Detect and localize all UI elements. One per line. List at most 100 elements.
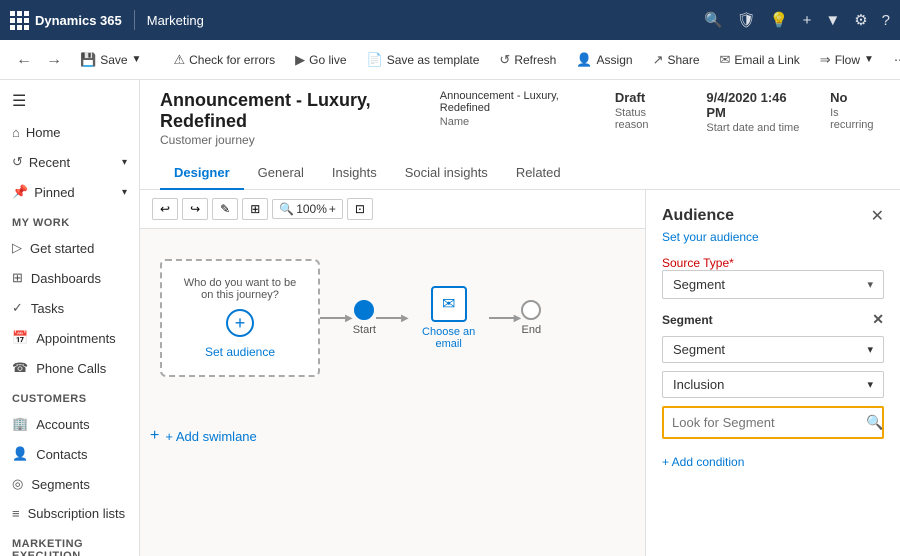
sidebar-label-segments: Segments bbox=[31, 477, 90, 492]
sidebar-item-hamburger[interactable]: ☰ bbox=[0, 84, 139, 118]
assign-icon: 👤 bbox=[576, 52, 592, 68]
zoom-in-icon[interactable]: + bbox=[329, 202, 336, 216]
required-asterisk: * bbox=[729, 256, 734, 270]
more-button[interactable]: ⋯ bbox=[886, 49, 900, 71]
sidebar-item-get-started[interactable]: ▷ Get started bbox=[0, 233, 139, 263]
sidebar-item-contacts[interactable]: 👤 Contacts bbox=[0, 439, 139, 469]
home-icon: ⌂ bbox=[12, 125, 20, 140]
audience-add-button[interactable]: + bbox=[226, 309, 254, 337]
pin-icon: 📌 bbox=[12, 184, 28, 200]
arrow-1: ▶ bbox=[345, 313, 353, 324]
save-dropdown-icon: ▼ bbox=[132, 54, 142, 65]
recent-icon: ↺ bbox=[12, 154, 23, 170]
audience-question: Who do you want to be on this journey? bbox=[182, 277, 298, 301]
search-icon[interactable]: 🔍 bbox=[704, 11, 723, 29]
undo-button[interactable]: ↩ bbox=[152, 198, 178, 220]
tab-social-insights[interactable]: Social insights bbox=[391, 157, 502, 190]
end-node: End bbox=[521, 300, 541, 336]
meta-name-value: Announcement - Luxury, Redefined bbox=[440, 90, 585, 114]
sidebar-item-subscription-lists[interactable]: ≡ Subscription lists bbox=[0, 499, 139, 528]
source-type-select[interactable]: Segment ▾ bbox=[662, 270, 884, 299]
email-link-button[interactable]: ✉ Email a Link bbox=[712, 48, 808, 72]
check-errors-button[interactable]: ⚠ Check for errors bbox=[165, 48, 283, 72]
meta-name-label: Name bbox=[440, 116, 585, 128]
app-logo[interactable]: Dynamics 365 bbox=[10, 11, 122, 30]
save-button[interactable]: 💾 Save ▼ bbox=[72, 48, 149, 72]
share-button[interactable]: ↗ Share bbox=[645, 48, 708, 72]
back-button[interactable]: ← bbox=[10, 49, 38, 71]
sidebar-item-recent[interactable]: ↺ Recent ▾ bbox=[0, 147, 139, 177]
filter-icon[interactable]: ▼ bbox=[825, 12, 840, 29]
segment-dropdown[interactable]: Segment ▾ bbox=[662, 336, 884, 363]
email-node-label: Choose an email bbox=[409, 326, 489, 350]
recent-caret-icon: ▾ bbox=[122, 157, 127, 168]
refresh-icon: ↺ bbox=[499, 52, 510, 68]
set-audience-link[interactable]: Set audience bbox=[205, 345, 275, 359]
sidebar-section-customers: Customers bbox=[0, 383, 139, 409]
source-type-value: Segment bbox=[673, 277, 725, 292]
lightbulb-icon[interactable]: 💡 bbox=[770, 11, 789, 29]
email-node-box[interactable]: ✉ bbox=[431, 286, 467, 322]
panel-subtitle[interactable]: Set your audience bbox=[662, 230, 884, 244]
segment-remove-button[interactable]: ✕ bbox=[872, 311, 884, 328]
forward-button[interactable]: → bbox=[40, 49, 68, 71]
flow-icon: ⇒ bbox=[820, 52, 831, 68]
sidebar-item-pinned[interactable]: 📌 Pinned ▾ bbox=[0, 177, 139, 207]
tasks-icon: ✓ bbox=[12, 300, 23, 316]
inclusion-dropdown[interactable]: Inclusion ▾ bbox=[662, 371, 884, 398]
panel-title: Audience bbox=[662, 207, 734, 225]
zoom-out-icon[interactable]: 🔍 bbox=[279, 202, 294, 216]
tab-general[interactable]: General bbox=[244, 157, 318, 190]
inclusion-caret: ▾ bbox=[867, 378, 873, 391]
nav-divider bbox=[134, 10, 135, 30]
meta-recurring: No Is recurring bbox=[830, 90, 880, 131]
envelope-icon: ✉ bbox=[442, 294, 455, 314]
appointments-icon: 📅 bbox=[12, 330, 28, 346]
segment-header: Segment ✕ bbox=[662, 311, 884, 328]
save-as-template-button[interactable]: 📄 Save as template bbox=[359, 48, 488, 72]
panel-close-button[interactable]: ✕ bbox=[871, 206, 884, 226]
plus-icon[interactable]: + bbox=[803, 12, 812, 29]
add-condition-button[interactable]: + Add condition bbox=[662, 455, 884, 469]
sidebar-item-segments[interactable]: ◎ Segments bbox=[0, 469, 139, 499]
go-live-button[interactable]: ▶ Go live bbox=[287, 48, 354, 72]
sidebar-label-appointments: Appointments bbox=[36, 331, 116, 346]
settings-icon[interactable]: ⚙ bbox=[854, 11, 867, 29]
tab-insights[interactable]: Insights bbox=[318, 157, 391, 190]
fit-button[interactable]: ⊡ bbox=[347, 198, 373, 220]
flow-button[interactable]: ⇒ Flow ▼ bbox=[812, 48, 882, 72]
sidebar-item-phone-calls[interactable]: ☎ Phone Calls bbox=[0, 353, 139, 383]
page-title-block: Announcement - Luxury, Redefined Custome… bbox=[160, 90, 440, 147]
refresh-button[interactable]: ↺ Refresh bbox=[491, 48, 564, 72]
look-for-input[interactable] bbox=[664, 409, 856, 436]
look-for-search-button[interactable]: 🔍 bbox=[856, 408, 884, 437]
tab-related[interactable]: Related bbox=[502, 157, 575, 190]
layout-button[interactable]: ⊞ bbox=[242, 198, 268, 220]
connector-1: ▶ bbox=[376, 313, 409, 324]
app-module: Marketing bbox=[147, 13, 204, 28]
sidebar-item-appointments[interactable]: 📅 Appointments bbox=[0, 323, 139, 353]
sidebar-item-accounts[interactable]: 🏢 Accounts bbox=[0, 409, 139, 439]
inclusion-value: Inclusion bbox=[673, 377, 724, 392]
topnav-actions: 🔍 🛡 💡 + ▼ ⚙ ? bbox=[704, 11, 890, 29]
segment-value: Segment bbox=[673, 342, 725, 357]
sidebar-label-phone-calls: Phone Calls bbox=[36, 361, 106, 376]
sidebar: ☰ ⌂ Home ↺ Recent ▾ 📌 Pinned ▾ My Work ▷… bbox=[0, 80, 140, 556]
add-swimlane-button[interactable]: + + Add swimlane bbox=[140, 427, 645, 445]
help-icon[interactable]: ? bbox=[882, 12, 890, 29]
assign-button[interactable]: 👤 Assign bbox=[568, 48, 640, 72]
email-node[interactable]: ✉ Choose an email bbox=[409, 286, 489, 350]
zoom-level: 100% bbox=[296, 202, 327, 216]
shield-icon[interactable]: 🛡 bbox=[737, 11, 756, 29]
audience-node: Who do you want to be on this journey? +… bbox=[160, 259, 320, 377]
redo-button[interactable]: ↪ bbox=[182, 198, 208, 220]
sidebar-item-home[interactable]: ⌂ Home bbox=[0, 118, 139, 147]
connector-2: ▶ bbox=[489, 313, 522, 324]
page-title-row: Announcement - Luxury, Redefined Custome… bbox=[160, 90, 880, 147]
tab-designer[interactable]: Designer bbox=[160, 157, 244, 190]
sidebar-item-dashboards[interactable]: ⊞ Dashboards bbox=[0, 263, 139, 293]
phone-icon: ☎ bbox=[12, 360, 28, 376]
start-label: Start bbox=[353, 324, 376, 336]
sidebar-item-tasks[interactable]: ✓ Tasks bbox=[0, 293, 139, 323]
edit-button[interactable]: ✎ bbox=[212, 198, 238, 220]
